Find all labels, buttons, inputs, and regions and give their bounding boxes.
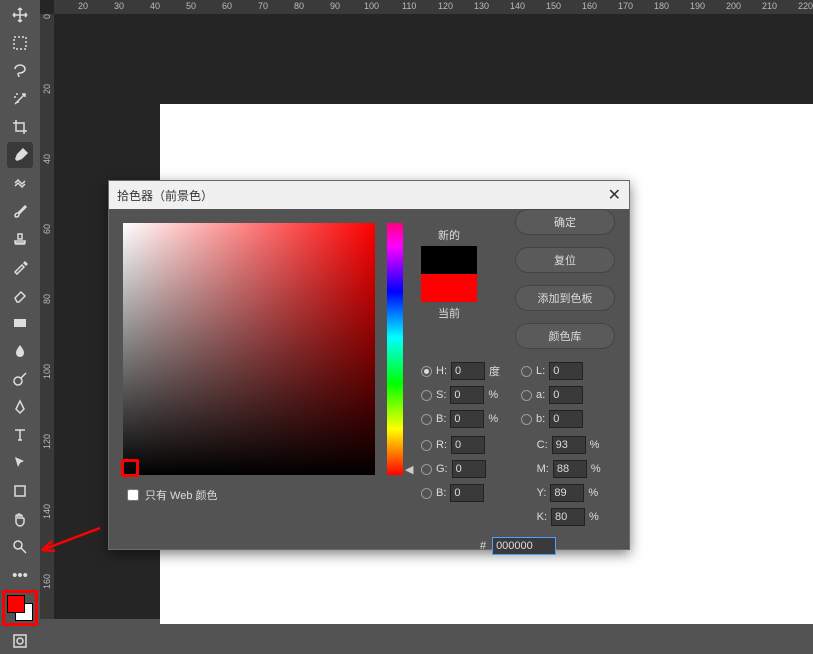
hand-tool[interactable]: [7, 506, 33, 532]
eyedropper-tool[interactable]: [7, 142, 33, 168]
s-input[interactable]: [450, 386, 484, 404]
b-input[interactable]: [549, 410, 583, 428]
move-tool[interactable]: [7, 2, 33, 28]
foreground-background-colors[interactable]: [2, 590, 38, 626]
ruler-horizontal: 2030405060708090100110120130140150160170…: [54, 0, 813, 14]
new-color-label: 新的: [421, 227, 477, 243]
g-radio[interactable]: [421, 464, 432, 475]
color-preview: 新的 当前: [421, 227, 477, 321]
blur-tool[interactable]: [7, 338, 33, 364]
bv-radio[interactable]: [421, 414, 432, 425]
history-brush-tool[interactable]: [7, 254, 33, 280]
pen-tool[interactable]: [7, 394, 33, 420]
marquee-tool[interactable]: [7, 30, 33, 56]
dialog-title: 拾色器（前景色）: [117, 187, 213, 204]
sv-cursor: [121, 459, 139, 477]
y-input[interactable]: [550, 484, 584, 502]
ruler-vertical: 020406080100120140160: [40, 14, 54, 619]
b-radio[interactable]: [521, 414, 532, 425]
a-radio[interactable]: [521, 390, 532, 401]
h-input[interactable]: [451, 362, 485, 380]
crop-tool[interactable]: [7, 114, 33, 140]
quickmask-tool[interactable]: [7, 628, 33, 654]
bb-radio[interactable]: [421, 488, 432, 499]
saturation-value-picker[interactable]: [123, 223, 375, 475]
healing-tool[interactable]: [7, 170, 33, 196]
close-icon[interactable]: ✕: [608, 185, 621, 205]
wand-tool[interactable]: [7, 86, 33, 112]
color-picker-dialog: 拾色器（前景色） ✕ ◀ 新的 当前 确定 复位 添加到色板 颜色库 H:度 S…: [108, 180, 630, 550]
lasso-tool[interactable]: [7, 58, 33, 84]
shape-tool[interactable]: [7, 478, 33, 504]
r-radio[interactable]: [421, 440, 432, 451]
bb-input[interactable]: [450, 484, 484, 502]
hue-arrow-icon: ◀: [405, 463, 413, 476]
toolbar: •••: [0, 0, 40, 619]
c-input[interactable]: [552, 436, 586, 454]
eraser-tool[interactable]: [7, 282, 33, 308]
k-input[interactable]: [551, 508, 585, 526]
path-select-tool[interactable]: [7, 450, 33, 476]
gradient-tool[interactable]: [7, 310, 33, 336]
g-input[interactable]: [452, 460, 486, 478]
zoom-tool[interactable]: [7, 534, 33, 560]
type-tool[interactable]: [7, 422, 33, 448]
l-radio[interactable]: [521, 366, 532, 377]
reset-button[interactable]: 复位: [515, 247, 615, 273]
foreground-color-swatch[interactable]: [7, 595, 25, 613]
h-radio[interactable]: [421, 366, 432, 377]
m-input[interactable]: [553, 460, 587, 478]
ok-button[interactable]: 确定: [515, 209, 615, 235]
bv-input[interactable]: [450, 410, 484, 428]
hex-prefix: #: [480, 540, 486, 552]
add-swatch-button[interactable]: 添加到色板: [515, 285, 615, 311]
dodge-tool[interactable]: [7, 366, 33, 392]
web-only-label: 只有 Web 颜色: [145, 487, 218, 503]
l-input[interactable]: [549, 362, 583, 380]
web-only-checkbox[interactable]: [127, 489, 139, 501]
brush-tool[interactable]: [7, 198, 33, 224]
new-color-swatch: [421, 246, 477, 274]
a-input[interactable]: [549, 386, 583, 404]
color-library-button[interactable]: 颜色库: [515, 323, 615, 349]
s-radio[interactable]: [421, 390, 432, 401]
hex-input[interactable]: [492, 537, 556, 555]
stamp-tool[interactable]: [7, 226, 33, 252]
color-fields: H:度 S:% B:% L: a: b: R: G: B: C:%: [421, 359, 615, 555]
more-tool[interactable]: •••: [7, 562, 33, 588]
r-input[interactable]: [451, 436, 485, 454]
dialog-titlebar[interactable]: 拾色器（前景色） ✕: [109, 181, 629, 209]
current-color-swatch[interactable]: [421, 274, 477, 302]
current-color-label: 当前: [421, 305, 477, 321]
hue-slider[interactable]: [387, 223, 403, 475]
